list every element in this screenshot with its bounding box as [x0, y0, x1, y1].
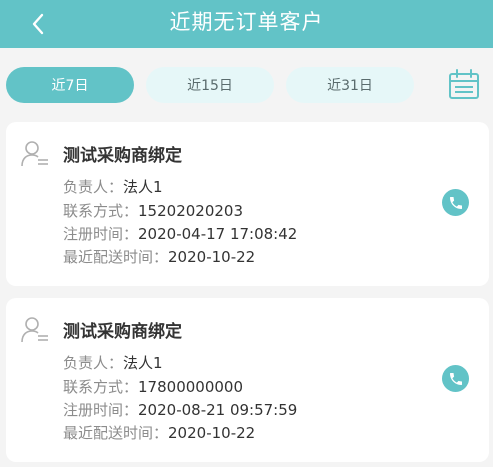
header-bar: 近期无订单客户 — [0, 0, 493, 48]
owner-label: 负责人： — [63, 178, 124, 196]
customer-card[interactable]: 测试采购商绑定 负责人：法人1 联系方式：17800000000 注册时间：20… — [6, 298, 489, 462]
tab-last-31-days[interactable]: 近31日 — [286, 67, 414, 103]
customer-card[interactable]: 测试采购商绑定 负责人：法人1 联系方式：15202020203 注册时间：20… — [6, 122, 489, 286]
contact-value: 17800000000 — [138, 378, 243, 396]
register-time-label: 注册时间： — [63, 401, 139, 419]
register-time-value: 2020-04-17 17:08:42 — [138, 225, 298, 243]
customer-name: 测试采购商绑定 — [63, 146, 182, 166]
tab-last-7-days[interactable]: 近7日 — [6, 67, 134, 103]
call-button[interactable] — [442, 365, 469, 392]
delivery-time-row: 最近配送时间：2020-10-22 — [63, 422, 255, 443]
owner-value: 法人1 — [123, 354, 163, 372]
phone-icon — [449, 196, 462, 209]
phone-icon — [449, 372, 462, 385]
contact-label: 联系方式： — [63, 202, 139, 220]
delivery-time-label: 最近配送时间： — [63, 248, 169, 266]
call-button[interactable] — [442, 189, 469, 216]
delivery-time-row: 最近配送时间：2020-10-22 — [63, 246, 255, 267]
delivery-time-label: 最近配送时间： — [63, 424, 169, 442]
contact-row: 联系方式：15202020203 — [63, 200, 243, 221]
contact-row: 联系方式：17800000000 — [63, 376, 243, 397]
register-time-label: 注册时间： — [63, 225, 139, 243]
tab-last-15-days[interactable]: 近15日 — [146, 67, 274, 103]
register-time-row: 注册时间：2020-04-17 17:08:42 — [63, 223, 297, 244]
calendar-icon — [449, 69, 479, 99]
contact-person-icon — [21, 317, 48, 343]
owner-value: 法人1 — [123, 178, 163, 196]
date-filter-bar: 近7日 近15日 近31日 — [0, 48, 493, 118]
contact-value: 15202020203 — [138, 202, 243, 220]
customer-name: 测试采购商绑定 — [63, 322, 182, 342]
delivery-time-value: 2020-10-22 — [168, 424, 256, 442]
owner-row: 负责人：法人1 — [63, 352, 163, 373]
contact-person-icon — [21, 141, 48, 167]
page-title: 近期无订单客户 — [169, 10, 324, 34]
register-time-row: 注册时间：2020-08-21 09:57:59 — [63, 399, 297, 420]
owner-label: 负责人： — [63, 354, 124, 372]
calendar-button[interactable] — [447, 68, 481, 102]
contact-label: 联系方式： — [63, 378, 139, 396]
delivery-time-value: 2020-10-22 — [168, 248, 256, 266]
register-time-value: 2020-08-21 09:57:59 — [138, 401, 298, 419]
owner-row: 负责人：法人1 — [63, 176, 163, 197]
